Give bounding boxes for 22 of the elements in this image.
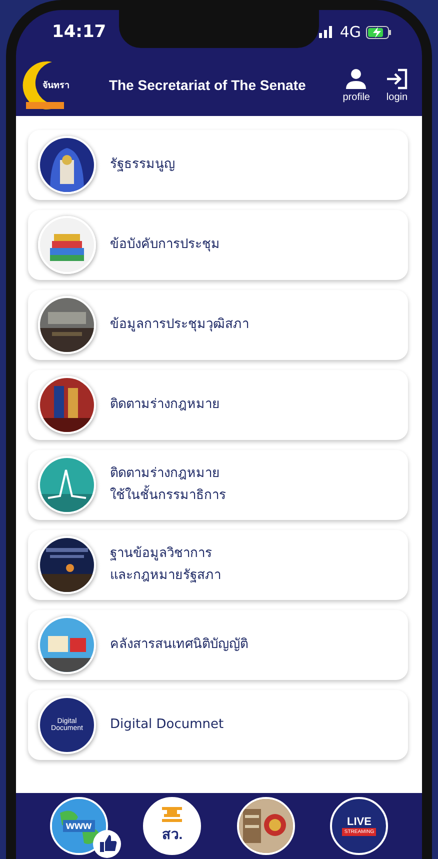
- menu-item[interactable]: รัฐธรรมนูญ: [28, 130, 408, 200]
- website-button[interactable]: www: [50, 797, 108, 855]
- menu-item[interactable]: ข้อมูลการประชุมวุฒิสภา: [28, 290, 408, 360]
- profile-icon: [345, 68, 368, 90]
- like-button[interactable]: [92, 829, 122, 859]
- network-type: 4G: [340, 23, 361, 41]
- live-label: LIVE: [347, 816, 372, 828]
- menu-item[interactable]: ฐานข้อมูลวิชาการ และกฎหมายรัฐสภา: [28, 530, 408, 600]
- login-button[interactable]: login: [382, 68, 412, 102]
- login-icon: [386, 68, 408, 90]
- menu-item[interactable]: ติดตามร่างกฎหมาย ใช้ในชั้นกรรมาธิการ: [28, 450, 408, 520]
- app-title: The Secretariat of The Senate: [108, 77, 307, 93]
- menu-item[interactable]: ข้อบังคับการประชุม: [28, 210, 408, 280]
- senate-logo-text: สว.: [162, 825, 183, 844]
- status-time: 14:17: [52, 22, 106, 42]
- profile-button[interactable]: profile: [338, 68, 374, 102]
- senate-logo-button[interactable]: สว.: [143, 797, 202, 855]
- battery-charging-icon: [366, 26, 392, 38]
- menu-item[interactable]: ติดตามร่างกฎหมาย: [28, 370, 408, 440]
- menu-item[interactable]: คลังสารสนเทศนิติบัญญัติ: [28, 610, 408, 680]
- pedestal-icon: [160, 807, 184, 823]
- signal-icon: [318, 26, 335, 38]
